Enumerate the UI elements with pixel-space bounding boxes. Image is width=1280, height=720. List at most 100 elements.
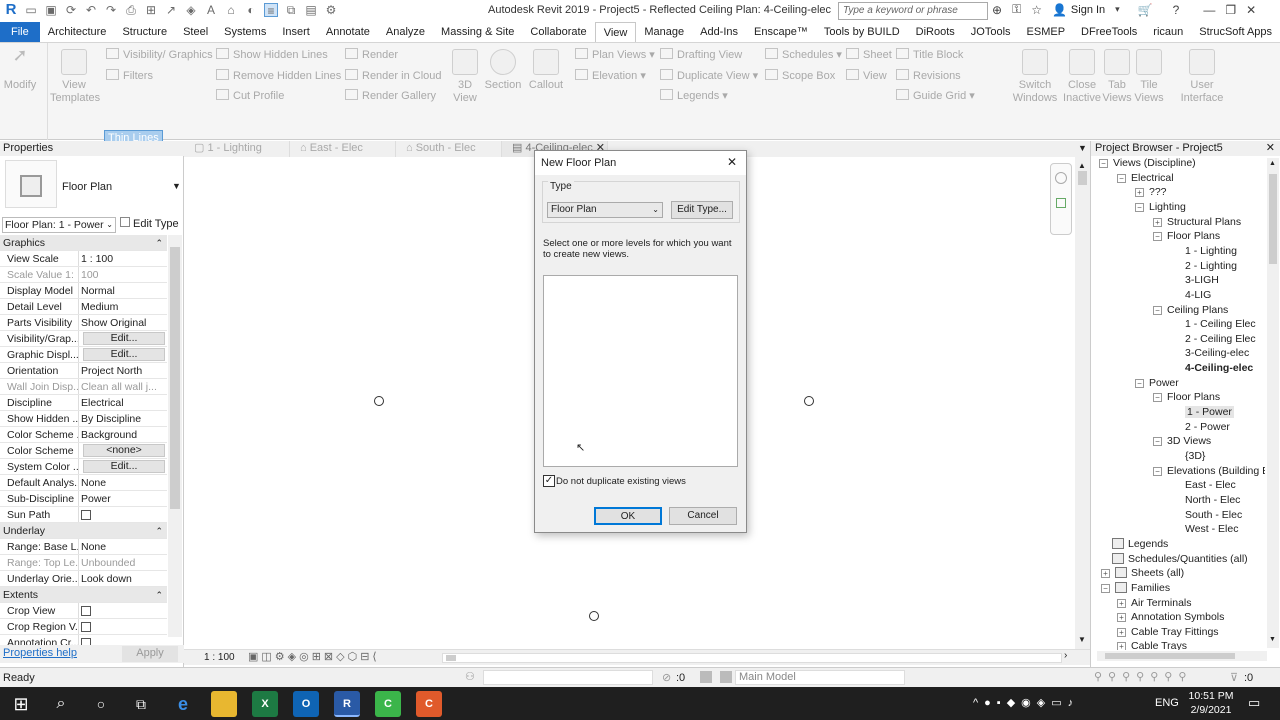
property-value[interactable]: Look down — [78, 571, 167, 586]
maximize-icon[interactable]: ❐ — [1225, 3, 1236, 17]
user-icon[interactable]: 👤 — [1052, 3, 1067, 17]
measure-icon[interactable]: ⊞ — [144, 3, 158, 17]
instance-selector[interactable]: Floor Plan: 1 - Power ⌄ — [2, 217, 116, 233]
view-tab[interactable]: ⌂ East - Elec — [290, 141, 396, 157]
close-inactive-button[interactable]: Close Inactive — [1062, 49, 1102, 105]
design-options-icon[interactable] — [700, 671, 712, 683]
edge-icon[interactable]: e — [170, 691, 196, 717]
menu-tab-annotate[interactable]: Annotate — [318, 22, 378, 42]
expand-icon[interactable]: + — [1117, 598, 1126, 608]
worksets-icon[interactable]: ⚇ — [465, 670, 475, 683]
zoom-icon[interactable] — [1056, 198, 1066, 208]
view-scale-control[interactable]: 1 : 100 — [204, 652, 235, 663]
canvas-vertical-scrollbar[interactable]: ▲ ▼ — [1075, 157, 1090, 649]
property-group-header[interactable]: Underlay ⌃ — [0, 523, 167, 539]
navigation-bar[interactable] — [1050, 163, 1072, 235]
expand-icon[interactable]: + — [1153, 217, 1162, 227]
menu-tab-architecture[interactable]: Architecture — [40, 22, 115, 42]
property-checkbox[interactable] — [81, 606, 91, 616]
browser-scroll-thumb[interactable] — [1269, 174, 1277, 264]
expand-icon[interactable]: + — [1117, 627, 1126, 637]
browser-item[interactable]: −3D Views — [1153, 434, 1211, 449]
tile-views-button[interactable]: Tile Views — [1134, 49, 1164, 105]
elevation-marker-south[interactable] — [589, 611, 599, 621]
collapse-icon[interactable]: − — [1153, 393, 1162, 403]
browser-item[interactable]: 1 - Power — [1171, 405, 1234, 420]
canvas-horizontal-scrollbar[interactable] — [442, 653, 1062, 663]
render-button[interactable]: Render — [345, 48, 398, 61]
browser-item[interactable]: + Cable Tray Fittings — [1117, 625, 1219, 640]
undo-icon[interactable]: ↶ — [84, 3, 98, 17]
browser-item[interactable]: 2 - Ceiling Elec — [1171, 332, 1256, 347]
scroll-up-icon[interactable]: ▲ — [1269, 160, 1276, 167]
edit-type-button[interactable]: Edit Type — [120, 217, 179, 231]
redo-icon[interactable]: ↷ — [104, 3, 118, 17]
excel-icon[interactable]: X — [252, 691, 278, 717]
view-templates-button[interactable]: View Templates — [50, 49, 100, 105]
3d-view-icon[interactable]: ⌂ — [224, 3, 238, 17]
browser-item[interactable]: − Elevations (Building El — [1153, 464, 1265, 479]
property-edit-button[interactable]: Edit... — [83, 348, 165, 361]
property-edit-button[interactable]: <none> — [83, 444, 165, 457]
browser-item[interactable]: {3D} — [1171, 449, 1205, 464]
selection-toggles[interactable]: ⚲⚲⚲⚲⚲⚲⚲ — [1094, 670, 1192, 683]
menu-tab-jotools[interactable]: JOTools — [963, 22, 1019, 42]
browser-item[interactable]: − Floor Plans — [1153, 390, 1220, 405]
browser-item[interactable]: − Power — [1135, 376, 1179, 391]
subscription-icon[interactable]: ⚿ — [1012, 2, 1021, 17]
cortana-icon[interactable]: ○ — [88, 691, 114, 717]
clock-time[interactable]: 10:51 PM — [1188, 690, 1234, 702]
type-dropdown-icon[interactable]: ▼ — [172, 181, 181, 191]
property-value[interactable]: By Discipline — [78, 411, 167, 426]
collapse-icon[interactable]: − — [1135, 378, 1144, 388]
menu-tab-dfreetools[interactable]: DFreeTools — [1073, 22, 1145, 42]
browser-item[interactable]: − Views (Discipline) — [1099, 156, 1196, 171]
collapse-icon[interactable]: − — [1153, 466, 1162, 476]
scroll-down-icon[interactable]: ▼ — [1078, 635, 1086, 644]
drafting-view-button[interactable]: Drafting View — [660, 48, 742, 61]
scroll-up-icon[interactable]: ▲ — [1078, 161, 1086, 170]
system-tray-icons[interactable]: ^●▪◆◉◈▭♪ — [973, 696, 1079, 709]
camtasia-icon[interactable]: C — [375, 691, 401, 717]
elevation-marker-east[interactable] — [804, 396, 814, 406]
collapse-icon[interactable]: − — [1117, 173, 1126, 183]
browser-item[interactable]: + Cable Trays — [1117, 639, 1187, 650]
scroll-right-icon[interactable]: › — [1064, 650, 1067, 661]
expand-icon[interactable]: + — [1117, 642, 1126, 650]
properties-help-link[interactable]: Properties help — [3, 647, 77, 659]
dimension-icon[interactable]: ↗ — [164, 3, 178, 17]
collapse-icon[interactable]: ⌃ — [155, 523, 167, 538]
browser-item[interactable]: + Annotation Symbols — [1117, 610, 1224, 625]
schedules-button[interactable]: Schedules ▾ — [765, 48, 842, 61]
menu-tab-collaborate[interactable]: Collaborate — [522, 22, 594, 42]
property-value[interactable]: Project North — [78, 363, 167, 378]
property-checkbox[interactable] — [81, 510, 91, 520]
minimize-icon[interactable]: — — [1203, 3, 1215, 17]
browser-scrollbar[interactable]: ▲ ▼ — [1267, 158, 1279, 648]
menu-tab-massing-site[interactable]: Massing & Site — [433, 22, 522, 42]
settings-icon[interactable]: ⚙ — [324, 3, 338, 17]
menu-tab-ricaun[interactable]: ricaun — [1145, 22, 1191, 42]
menu-tab-enscape[interactable]: Enscape™ — [746, 22, 816, 42]
print-icon[interactable]: ⎙ — [124, 3, 138, 17]
sheet-button[interactable]: Sheet — [846, 48, 892, 61]
title-block-button[interactable]: Title Block — [896, 48, 963, 61]
view-button[interactable]: View — [846, 69, 887, 82]
menu-tab-file[interactable]: File — [0, 22, 40, 42]
sign-in-link[interactable]: Sign In — [1071, 4, 1105, 16]
browser-item[interactable]: 3-Ceiling-elec — [1171, 346, 1249, 361]
browser-hscroll-thumb[interactable] — [1105, 653, 1235, 659]
property-group-header[interactable]: Extents ⌃ — [0, 587, 167, 603]
property-value[interactable]: Edit... — [78, 347, 167, 362]
browser-item[interactable]: 4-LIG — [1171, 288, 1211, 303]
menu-tab-structure[interactable]: Structure — [114, 22, 175, 42]
editing-requests-icon[interactable] — [720, 671, 732, 683]
property-value[interactable]: Show Original — [78, 315, 167, 330]
menu-tab-insert[interactable]: Insert — [274, 22, 318, 42]
close-icon[interactable]: ✕ — [1266, 141, 1275, 156]
filter-icon[interactable]: ⊘ — [662, 671, 671, 684]
help-icon[interactable]: ? — [1173, 3, 1180, 17]
browser-item[interactable]: − Families — [1101, 581, 1170, 596]
visibility-graphics-button[interactable]: Visibility/ Graphics — [106, 48, 213, 61]
dialog-close-icon[interactable]: ✕ — [727, 155, 737, 169]
